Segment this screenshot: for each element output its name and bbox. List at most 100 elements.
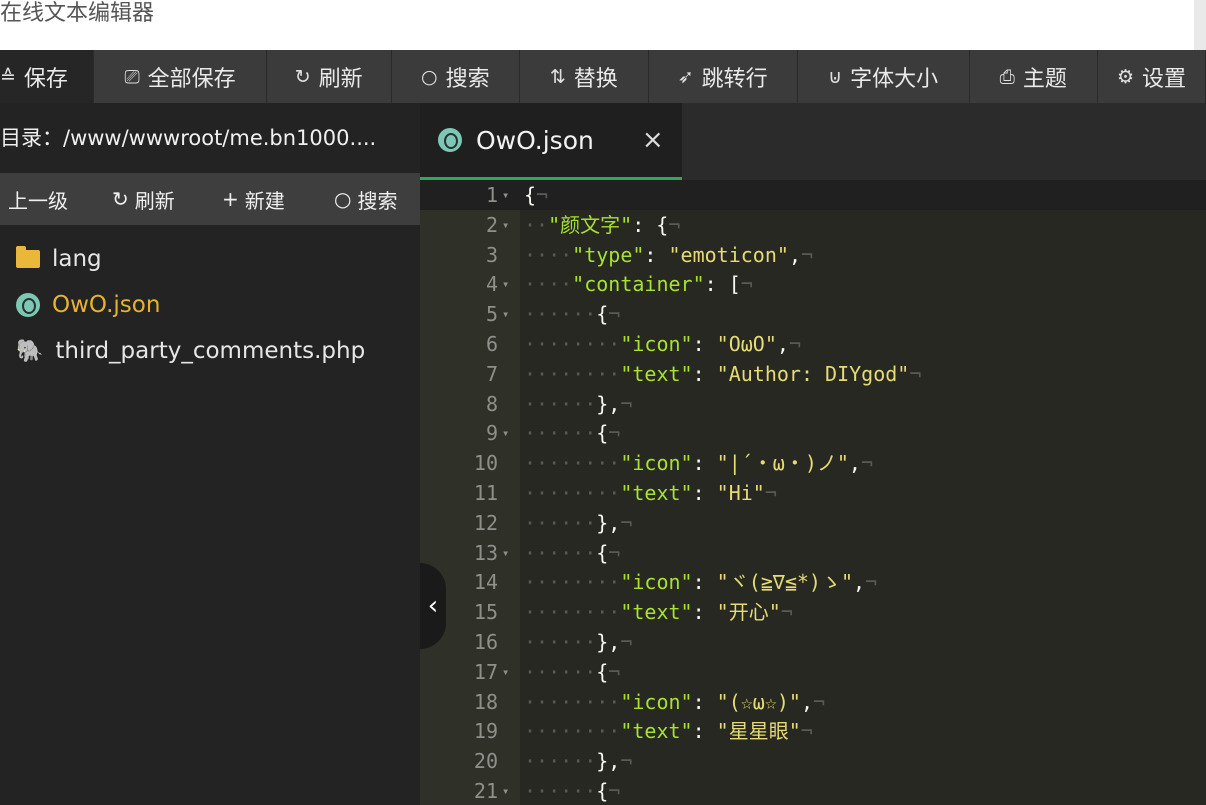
- file-sidebar: 目录：/www/wwwroot/me.bn1000.... 上一级 ↻ 刷新 + 新建 ○…: [0, 103, 420, 805]
- up-level-button[interactable]: 上一级: [8, 185, 68, 214]
- code-line: 18 ········"icon": "(☆ω☆)",¬: [420, 687, 1206, 717]
- side-refresh-button-label: 刷新: [134, 188, 175, 213]
- json-file-icon: [16, 293, 40, 317]
- php-elephant-icon: 🐘: [16, 338, 44, 364]
- file-item[interactable]: 🐘 third_party_comments.php: [0, 328, 420, 374]
- side-refresh-button[interactable]: ↻ 刷新: [112, 185, 175, 214]
- file-item[interactable]: OwO.json: [0, 282, 420, 328]
- tab-owo-json[interactable]: OwO.json ×: [420, 103, 682, 180]
- code-text: ······{¬: [524, 779, 621, 803]
- code-text: ········"icon": "(☆ω☆)",¬: [524, 689, 826, 714]
- close-icon[interactable]: ×: [642, 125, 664, 155]
- font-size-button[interactable]: ⊍ 字体大小: [798, 50, 970, 103]
- folder-icon: [16, 246, 40, 268]
- fold-arrow-icon[interactable]: ▾: [502, 299, 509, 329]
- code-text: ········"text": "星星眼"¬: [524, 719, 813, 744]
- font-size-button-label: 字体大小: [850, 66, 939, 92]
- fold-arrow-icon[interactable]: ▾: [502, 657, 509, 687]
- code-text: ········"text": "Hi"¬: [524, 481, 777, 505]
- json-file-icon: [438, 128, 462, 152]
- refresh-icon: ↻: [294, 65, 311, 88]
- save-button[interactable]: ≙ 保存: [0, 50, 95, 103]
- replace-button[interactable]: ⇅ 替换: [520, 50, 649, 103]
- new-file-icon: +: [222, 187, 239, 211]
- code-text: ······},¬: [524, 749, 633, 774]
- code-line: 13 ▾ ······{¬: [420, 538, 1206, 568]
- side-refresh-icon: ↻: [112, 187, 129, 211]
- new-file-button-label: 新建: [244, 188, 285, 213]
- line-number: 4: [485, 272, 498, 297]
- line-number: 18: [473, 689, 498, 714]
- code-text: ········"icon": "ヾ(≧∇≦*)ゝ",¬: [524, 570, 878, 595]
- code-text: ······{¬: [524, 659, 621, 684]
- fold-arrow-icon[interactable]: ▾: [502, 269, 509, 299]
- file-list: lang OwO.json 🐘 third_party_comments.php: [0, 236, 420, 374]
- code-editor[interactable]: 1 ▾ {¬ 2 ▾ ··"颜文字": {¬ 3 ····"type": "emoticon"…: [420, 180, 1206, 805]
- code-line: 21 ▾ ······{¬: [420, 776, 1206, 805]
- code-line: 20 ······},¬: [420, 746, 1206, 776]
- code-line: 19 ········"text": "星星眼"¬: [420, 716, 1206, 746]
- line-number: 7: [485, 361, 498, 386]
- side-search-button[interactable]: ○ 搜索: [334, 185, 397, 214]
- fold-arrow-icon[interactable]: ▾: [502, 418, 509, 448]
- line-number: 8: [485, 391, 498, 416]
- chevron-left-icon: ‹: [427, 591, 439, 621]
- save-icon: ≙: [0, 65, 16, 88]
- line-number: 19: [473, 719, 498, 744]
- code-line: 3 ····"type": "emoticon",¬: [420, 240, 1206, 270]
- code-text: ··"颜文字": {¬: [524, 212, 681, 237]
- search-icon: ○: [421, 65, 438, 88]
- code-text: ······{¬: [524, 302, 621, 327]
- goto-icon: ➶: [677, 65, 694, 88]
- code-text: ········"icon": "OωO",¬: [524, 332, 801, 356]
- theme-button[interactable]: ⎙ 主题: [970, 50, 1099, 103]
- line-number: 10: [473, 451, 498, 476]
- code-text: ······{¬: [524, 540, 621, 565]
- gear-icon: ⚙: [1116, 65, 1135, 88]
- new-file-button[interactable]: + 新建: [222, 185, 285, 214]
- code-text: ········"text": "Author: DIYgod"¬: [524, 361, 922, 386]
- code-line: 14 ········"icon": "ヾ(≧∇≦*)ゝ",¬: [420, 567, 1206, 597]
- goto-line-button[interactable]: ➶ 跳转行: [649, 50, 798, 103]
- save-all-button[interactable]: ⎚ 全部保存: [94, 50, 267, 103]
- goto-line-button-label: 跳转行: [701, 66, 768, 92]
- code-line: 17 ▾ ······{¬: [420, 657, 1206, 687]
- search-button[interactable]: ○ 搜索: [392, 50, 521, 103]
- theme-button-label: 主题: [1022, 66, 1067, 92]
- font-size-icon: ⊍: [828, 65, 843, 88]
- file-name: third_party_comments.php: [55, 338, 366, 364]
- file-name: OwO.json: [52, 292, 161, 318]
- code-line: 12 ······},¬: [420, 508, 1206, 538]
- replace-button-label: 替换: [573, 66, 618, 92]
- file-name: lang: [52, 246, 102, 272]
- line-number: 11: [473, 481, 498, 505]
- code-line: 11 ········"text": "Hi"¬: [420, 478, 1206, 508]
- tab-label: OwO.json: [476, 125, 594, 155]
- line-number: 2: [485, 212, 498, 237]
- fold-arrow-icon[interactable]: ▾: [502, 538, 509, 568]
- code-text: ······},¬: [524, 510, 633, 535]
- side-search-button-label: 搜索: [357, 188, 398, 213]
- up-level-button-label: 上一级: [8, 188, 68, 213]
- current-directory-path: 目录：/www/wwwroot/me.bn1000....: [0, 126, 377, 150]
- code-line: 8 ······},¬: [420, 389, 1206, 419]
- settings-button[interactable]: ⚙ 设置: [1098, 50, 1206, 103]
- line-number: 13: [473, 540, 498, 565]
- fold-arrow-icon[interactable]: ▾: [502, 180, 509, 210]
- code-text: ········"icon": "|´・ω・)ノ",¬: [524, 451, 874, 476]
- file-item[interactable]: lang: [0, 236, 420, 282]
- line-number: 5: [485, 302, 498, 327]
- code-line: 5 ▾ ······{¬: [420, 299, 1206, 329]
- code-text: ······},¬: [524, 630, 633, 654]
- editor-tab-bar: OwO.json ×: [420, 103, 1206, 180]
- line-number: 6: [485, 332, 498, 356]
- settings-button-label: 设置: [1142, 66, 1187, 92]
- code-text: ······},¬: [524, 391, 633, 416]
- fold-arrow-icon[interactable]: ▾: [502, 776, 509, 805]
- refresh-button[interactable]: ↻ 刷新: [267, 50, 392, 103]
- fold-arrow-icon[interactable]: ▾: [502, 210, 509, 240]
- code-line: 4 ▾ ····"container": [¬: [420, 269, 1206, 299]
- save-all-icon: ⎚: [124, 65, 140, 88]
- collapse-sidebar-button[interactable]: ‹: [420, 563, 446, 649]
- code-text: ······{¬: [524, 421, 621, 446]
